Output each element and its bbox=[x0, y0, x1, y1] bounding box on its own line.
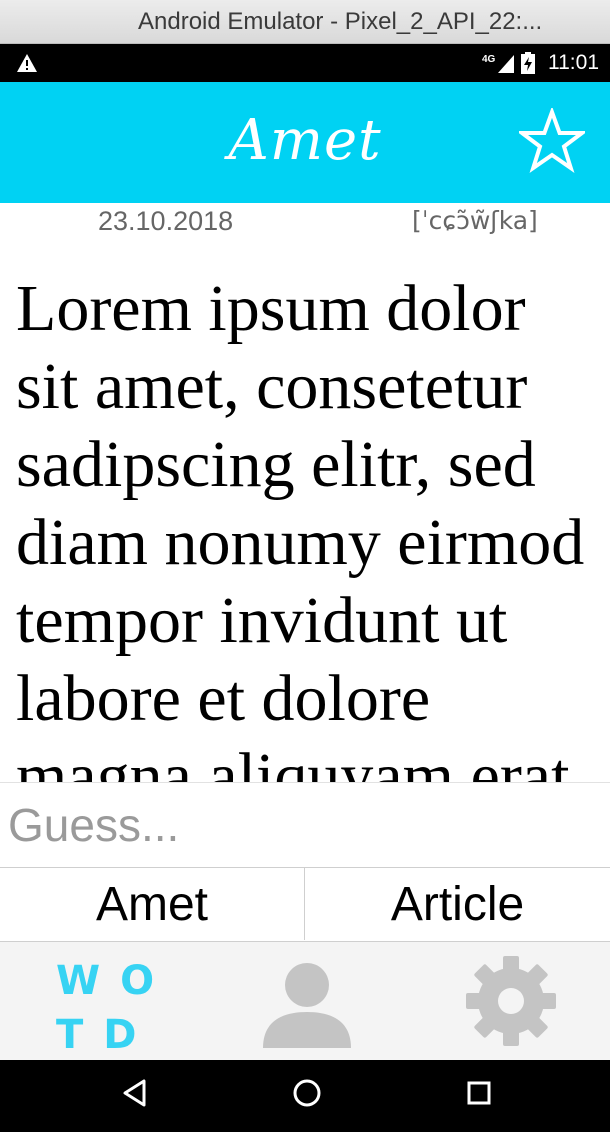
nav-tab-profile[interactable] bbox=[203, 942, 406, 1060]
star-outline-icon[interactable] bbox=[516, 106, 588, 178]
bottom-navigation: WO TD bbox=[0, 942, 610, 1060]
window-title: Android Emulator - Pixel_2_API_22:... bbox=[138, 8, 543, 35]
clock: 11:01 bbox=[548, 51, 599, 74]
home-icon[interactable] bbox=[292, 1078, 322, 1112]
word-date: 23.10.2018 bbox=[98, 206, 234, 236]
status-bar: 4G 11:01 bbox=[0, 44, 610, 82]
gear-icon bbox=[466, 956, 556, 1046]
wotd-logo: WO TD bbox=[56, 954, 156, 1062]
signal-icon: 4G bbox=[482, 53, 516, 79]
system-navigation-bar bbox=[0, 1060, 610, 1132]
warning-icon bbox=[16, 53, 38, 77]
pronunciation: [ˈcɕɔ̃w̃ʃka] bbox=[412, 206, 538, 235]
nav-tab-word-of-the-day[interactable]: WO TD bbox=[0, 942, 203, 1060]
guess-field-container bbox=[0, 782, 610, 868]
emulator-titlebar: Android Emulator - Pixel_2_API_22:... bbox=[0, 0, 610, 44]
app-bar: Amet bbox=[0, 82, 610, 203]
svg-text:4G: 4G bbox=[482, 54, 496, 65]
wotd-logo-line-1: WO bbox=[56, 958, 175, 1004]
answer-options: Amet Article bbox=[0, 868, 610, 942]
person-icon bbox=[263, 963, 351, 1048]
answer-button-amet[interactable]: Amet bbox=[0, 868, 305, 940]
article-text[interactable]: Lorem ipsum dolor sit amet, consetetur s… bbox=[16, 270, 604, 782]
nav-tab-settings[interactable] bbox=[406, 942, 609, 1060]
recents-icon[interactable] bbox=[466, 1078, 492, 1112]
guess-input[interactable] bbox=[0, 783, 590, 867]
battery-charging-icon bbox=[521, 52, 535, 78]
wotd-logo-line-2: TD bbox=[56, 1012, 157, 1058]
back-icon[interactable] bbox=[122, 1078, 148, 1112]
answer-button-article[interactable]: Article bbox=[305, 868, 610, 940]
